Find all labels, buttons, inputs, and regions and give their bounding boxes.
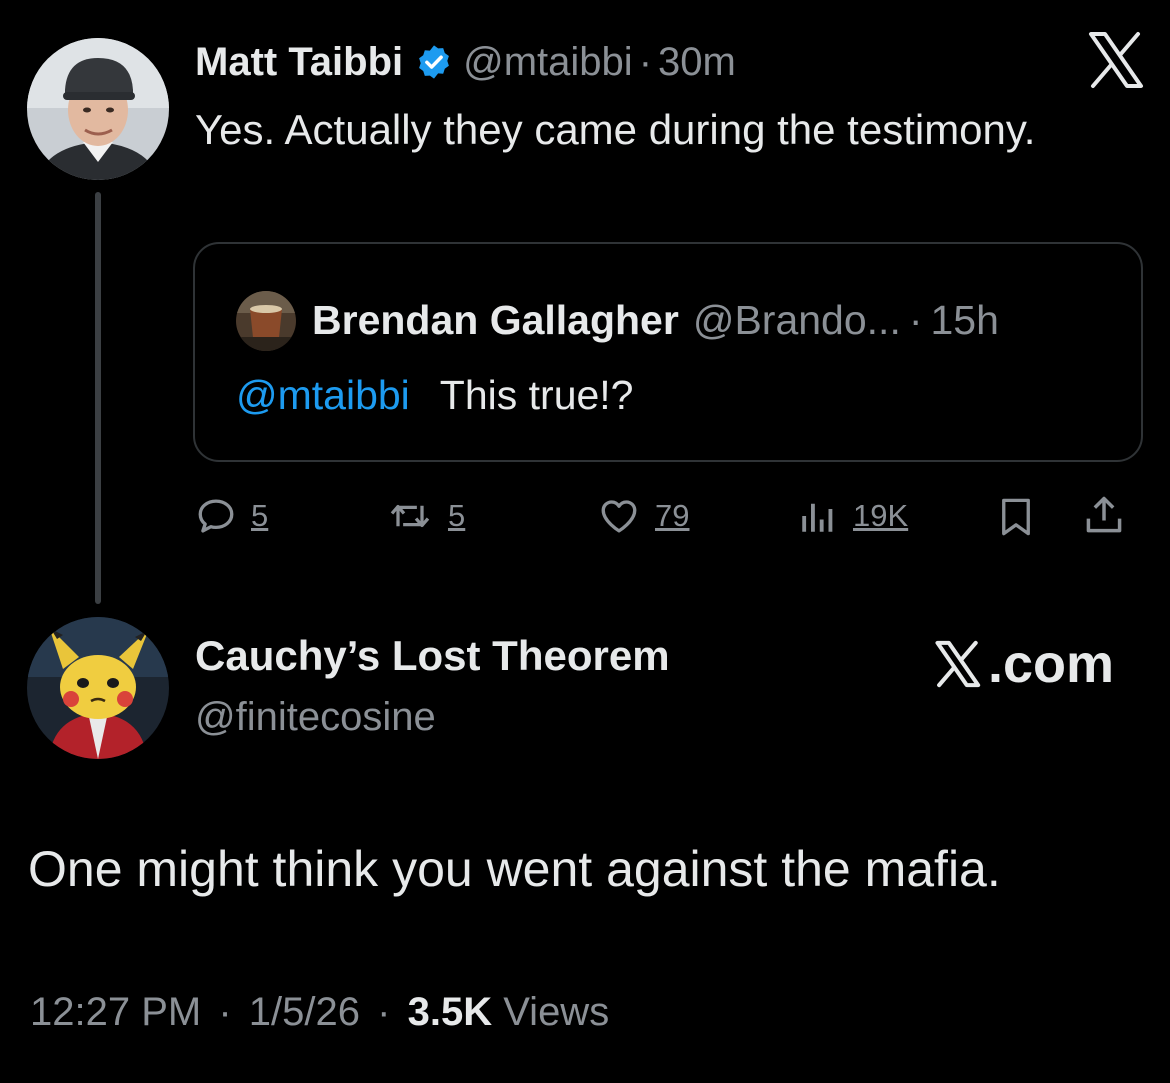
quoted-tweet-card[interactable]: Brendan Gallagher @Brando... · 15h @mtai…: [193, 242, 1143, 462]
matt-taibbi-avatar[interactable]: [27, 38, 169, 180]
meta-time[interactable]: 12:27 PM: [30, 990, 201, 1034]
x-com-text: .com: [988, 634, 1115, 694]
reply-author-name[interactable]: Cauchy’s Lost Theorem: [195, 632, 670, 680]
quoted-separator: ·: [908, 296, 923, 343]
mention-link[interactable]: @mtaibbi: [236, 372, 410, 418]
header-separator: ·: [638, 39, 653, 84]
tweet-text: Yes. Actually they came during the testi…: [195, 106, 1036, 153]
thread-connector-line: [95, 192, 101, 604]
reply-text: One might think you went against the maf…: [28, 841, 1001, 897]
tweet-handle[interactable]: @mtaibbi: [463, 40, 633, 85]
reply-icon: [198, 499, 234, 533]
meta-separator: ·: [218, 990, 232, 1034]
repost-button[interactable]: 5: [386, 493, 465, 539]
views-count: 19K: [853, 498, 909, 533]
reply-button[interactable]: 5: [195, 493, 268, 539]
brendan-gallagher-avatar[interactable]: [236, 291, 296, 351]
views-button[interactable]: 19K: [797, 493, 908, 539]
repost-count: 5: [448, 498, 466, 533]
verified-badge-icon: [415, 43, 453, 81]
quoted-text: This true!?: [439, 372, 634, 418]
quoted-author-name[interactable]: Brendan Gallagher: [312, 297, 679, 344]
reply-count: 5: [251, 498, 269, 533]
cauchys-lost-theorem-avatar[interactable]: [27, 617, 169, 759]
meta-views-label: Views: [503, 990, 610, 1034]
reply-handle[interactable]: @finitecosine: [195, 695, 436, 740]
share-icon[interactable]: [1082, 493, 1126, 542]
heart-icon: [601, 500, 637, 533]
tweet-metadata: 12:27 PM · 1/5/26 · 3.5K Views: [30, 990, 609, 1035]
x-logo-icon[interactable]: [1083, 28, 1147, 92]
tweet-timestamp[interactable]: 30m: [658, 40, 736, 85]
meta-views-count[interactable]: 3.5K: [408, 990, 493, 1034]
repost-icon: [390, 504, 430, 528]
x-com-badge: .com: [930, 633, 1114, 695]
analytics-icon: [802, 503, 833, 532]
quoted-tweet-header: Brendan Gallagher @Brando... · 15h: [312, 294, 999, 346]
like-count: 79: [655, 498, 690, 533]
bookmark-icon[interactable]: [996, 496, 1036, 543]
meta-date[interactable]: 1/5/26: [249, 990, 360, 1034]
tweet-author-name[interactable]: Matt Taibbi: [195, 40, 403, 85]
quoted-handle[interactable]: @Brando...: [693, 297, 901, 344]
like-button[interactable]: 79: [597, 493, 689, 539]
x-logo-icon: [935, 640, 981, 688]
quoted-tweet-text: @mtaibbi This true!?: [236, 369, 634, 421]
meta-separator: ·: [377, 990, 391, 1034]
quoted-timestamp[interactable]: 15h: [931, 297, 999, 344]
tweet-header: Matt Taibbi @mtaibbi · 30m: [195, 38, 736, 86]
